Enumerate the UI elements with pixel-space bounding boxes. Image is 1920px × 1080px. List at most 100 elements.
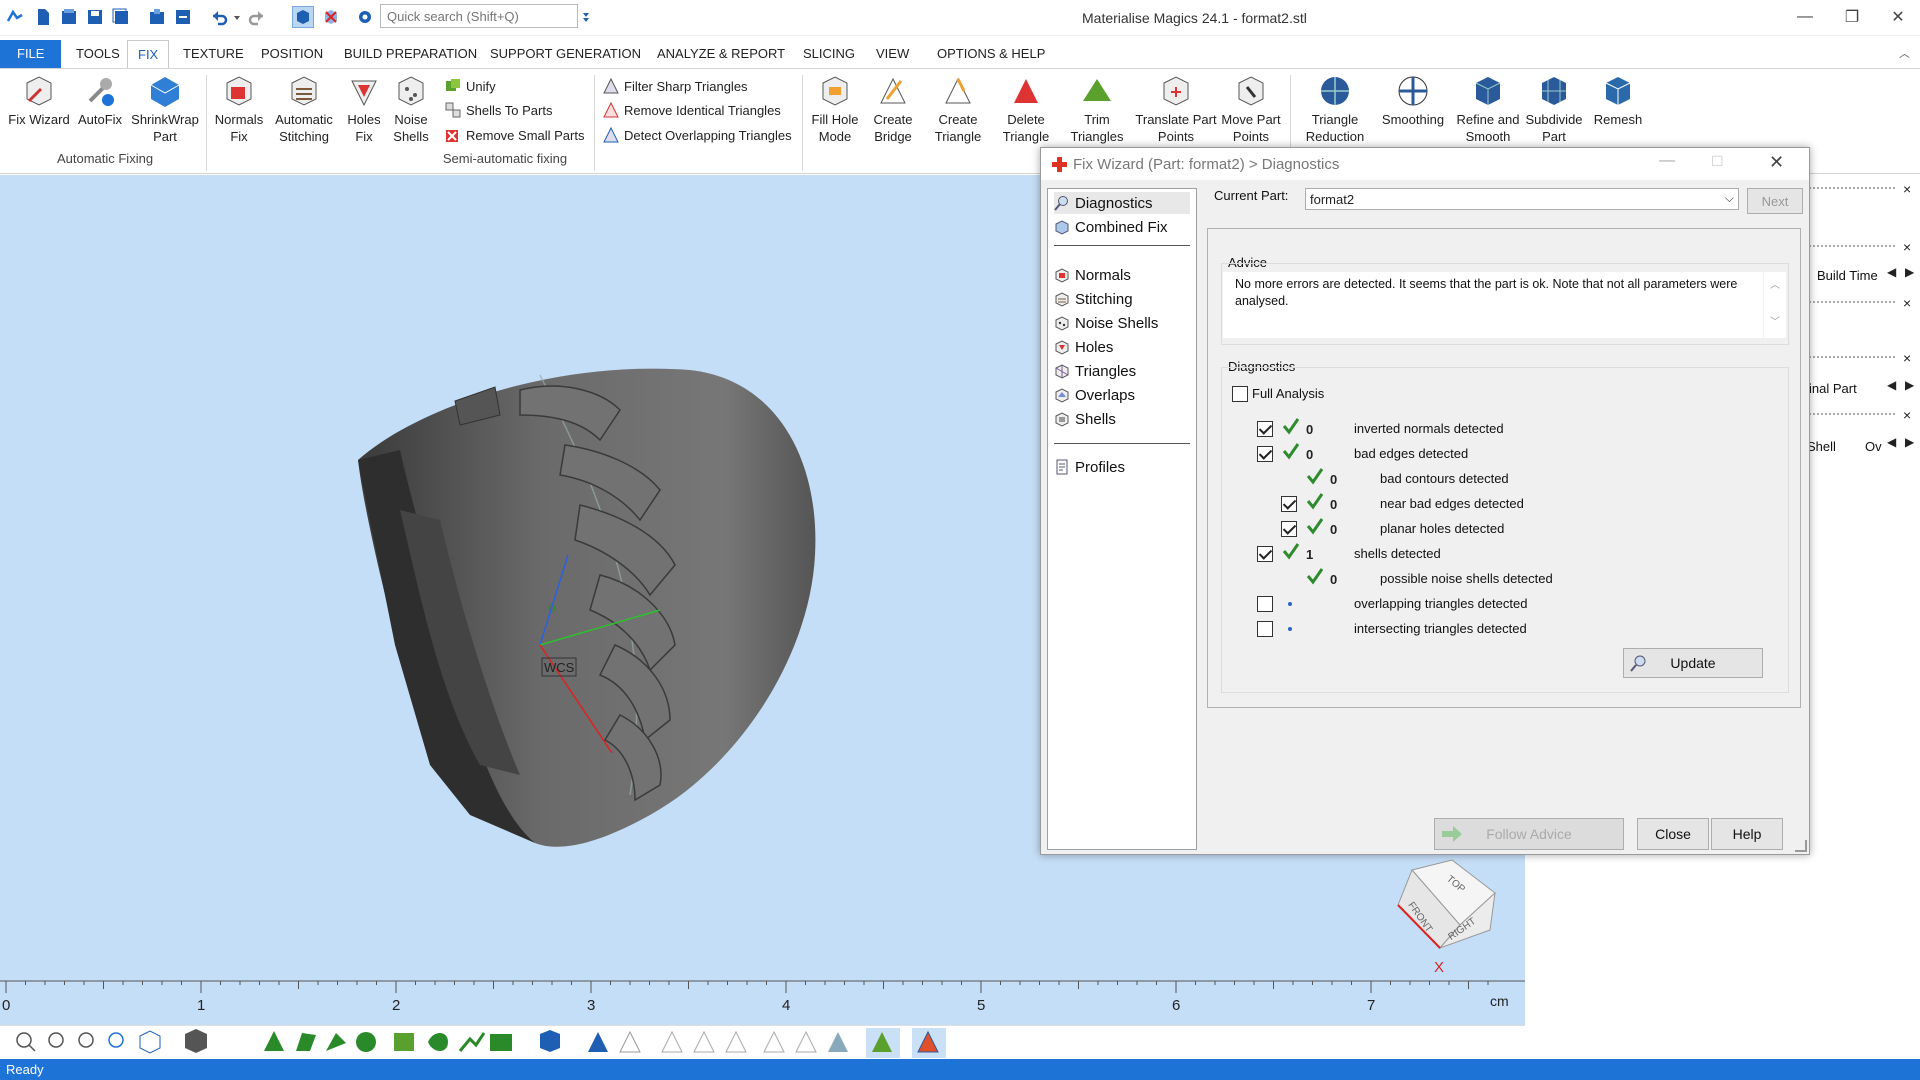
restore-button[interactable]: ❐ bbox=[1832, 4, 1872, 30]
redo-icon[interactable] bbox=[246, 6, 268, 28]
scroll-left-icon[interactable]: ◀ bbox=[1887, 378, 1896, 392]
mark-part-icon[interactable] bbox=[356, 1032, 376, 1052]
unify-button[interactable]: Unify bbox=[444, 75, 496, 97]
tab-fix[interactable]: FIX bbox=[127, 40, 170, 68]
mark-plane-icon[interactable] bbox=[394, 1033, 414, 1051]
mark-triangle-icon[interactable] bbox=[264, 1031, 284, 1051]
full-analysis-checkbox[interactable] bbox=[1232, 386, 1248, 402]
fill-hole-mode-button[interactable]: Fill Hole Mode bbox=[808, 73, 862, 145]
shrinkwrap-part-button[interactable]: ShrinkWrap Part bbox=[128, 73, 202, 145]
tab-build-preparation[interactable]: BUILD PREPARATION bbox=[342, 40, 479, 68]
panel-close-icon[interactable]: × bbox=[1903, 239, 1911, 255]
undo-icon[interactable] bbox=[208, 6, 230, 28]
automatic-stitching-button[interactable]: Automatic Stitching bbox=[268, 73, 340, 145]
app-logo-icon[interactable] bbox=[4, 6, 26, 28]
fix-wizard-button[interactable]: Fix Wizard bbox=[6, 73, 72, 128]
remesh-button[interactable]: Remesh bbox=[1588, 73, 1648, 128]
diag-row-checkbox[interactable] bbox=[1281, 496, 1297, 512]
deselect-icon[interactable] bbox=[320, 6, 342, 28]
triangle-select-icon[interactable] bbox=[763, 1030, 785, 1053]
panel-close-icon[interactable]: × bbox=[1903, 350, 1911, 366]
save-icon[interactable] bbox=[84, 6, 106, 28]
panel-close-icon[interactable]: × bbox=[1903, 181, 1911, 197]
view-iso-icon[interactable] bbox=[139, 1030, 161, 1054]
diag-row-checkbox[interactable] bbox=[1257, 621, 1273, 637]
part-list-icon[interactable] bbox=[540, 1030, 560, 1052]
mark-surface-icon[interactable] bbox=[296, 1033, 316, 1051]
subdivide-part-button[interactable]: Subdivide Part bbox=[1522, 73, 1586, 145]
shells-to-parts-button[interactable]: Shells To Parts bbox=[444, 99, 552, 121]
refine-smooth-button[interactable]: Refine and Smooth bbox=[1450, 73, 1526, 145]
triangle-reduction-button[interactable]: Triangle Reduction bbox=[1298, 73, 1372, 145]
nav-holes[interactable]: Holes bbox=[1054, 336, 1190, 358]
mark-contour-icon[interactable] bbox=[428, 1033, 448, 1051]
diag-row-checkbox[interactable] bbox=[1257, 596, 1273, 612]
noise-shells-button[interactable]: Noise Shells bbox=[386, 73, 436, 145]
tab-support-generation[interactable]: SUPPORT GENERATION bbox=[488, 40, 643, 68]
tab-position[interactable]: POSITION bbox=[259, 40, 325, 68]
select-part-icon[interactable] bbox=[292, 6, 314, 28]
scroll-right-icon[interactable]: ▶ bbox=[1905, 435, 1914, 449]
tab-file[interactable]: FILE bbox=[0, 40, 62, 68]
move-part-points-button[interactable]: Move Part Points bbox=[1216, 73, 1286, 145]
dialog-title-bar[interactable]: Fix Wizard (Part: format2) > Diagnostics… bbox=[1041, 148, 1809, 180]
filter-sharp-triangles-button[interactable]: Filter Sharp Triangles bbox=[602, 75, 748, 97]
triangle-edges-icon[interactable] bbox=[619, 1030, 641, 1053]
advice-scrollbar[interactable]: ︿ ﹀ bbox=[1764, 272, 1786, 338]
tab-slicing[interactable]: SLICING bbox=[801, 40, 857, 68]
follow-advice-button[interactable]: Follow Advice bbox=[1434, 818, 1624, 850]
zoom-part-icon[interactable] bbox=[108, 1032, 124, 1048]
create-bridge-button[interactable]: Create Bridge bbox=[866, 73, 920, 145]
zoom-extents-icon[interactable] bbox=[78, 1032, 94, 1048]
panel-close-icon[interactable]: × bbox=[1903, 295, 1911, 311]
nav-noise-shells[interactable]: Noise Shells bbox=[1054, 312, 1190, 334]
settings-gear-icon[interactable] bbox=[354, 6, 376, 28]
nav-combined-fix[interactable]: Combined Fix bbox=[1054, 216, 1190, 238]
diag-row-checkbox[interactable] bbox=[1257, 421, 1273, 437]
scroll-left-icon[interactable]: ◀ bbox=[1887, 435, 1896, 449]
translate-part-points-button[interactable]: Translate Part Points bbox=[1134, 73, 1218, 145]
dialog-close-x-button[interactable]: ✕ bbox=[1769, 152, 1784, 173]
view-cube[interactable]: TOP FRONT RIGHT X bbox=[1397, 859, 1496, 976]
panel-close-icon[interactable]: × bbox=[1903, 407, 1911, 423]
triangle-shade-icon[interactable] bbox=[828, 1032, 848, 1052]
current-part-select[interactable]: format2 ⌵ bbox=[1305, 188, 1739, 210]
tab-options-help[interactable]: OPTIONS & HELP bbox=[935, 40, 1047, 68]
diag-row-checkbox[interactable] bbox=[1281, 521, 1297, 537]
autofix-button[interactable]: AutoFix bbox=[74, 73, 126, 128]
resize-grip[interactable] bbox=[1795, 840, 1807, 852]
nav-diagnostics[interactable]: Diagnostics bbox=[1054, 192, 1190, 214]
new-file-icon[interactable] bbox=[32, 6, 54, 28]
normals-fix-button[interactable]: Normals Fix bbox=[212, 73, 266, 145]
triangle-bad-edges-icon[interactable] bbox=[693, 1030, 715, 1053]
save-all-icon[interactable] bbox=[110, 6, 132, 28]
smoothing-button[interactable]: Smoothing bbox=[1378, 73, 1448, 128]
import-icon[interactable] bbox=[146, 6, 168, 28]
detect-overlapping-triangles-button[interactable]: Detect Overlapping Triangles bbox=[602, 124, 792, 146]
nav-triangles[interactable]: Triangles bbox=[1054, 360, 1190, 382]
zoom-icon[interactable] bbox=[16, 1032, 32, 1048]
triangle-mode-icon[interactable] bbox=[588, 1032, 608, 1052]
scroll-left-icon[interactable]: ◀ bbox=[1887, 265, 1896, 279]
zoom-icon[interactable] bbox=[28, 1044, 36, 1052]
remove-identical-triangles-button[interactable]: Remove Identical Triangles bbox=[602, 99, 781, 121]
nav-normals[interactable]: Normals bbox=[1054, 264, 1190, 286]
delete-triangle-button[interactable]: Delete Triangle bbox=[994, 73, 1058, 145]
triangle-normal-icon[interactable] bbox=[661, 1030, 683, 1053]
scroll-up-icon[interactable]: ︿ bbox=[1764, 276, 1786, 291]
create-triangle-button[interactable]: Create Triangle bbox=[926, 73, 990, 145]
remove-small-parts-button[interactable]: Remove Small Parts bbox=[444, 124, 584, 146]
nav-overlaps[interactable]: Overlaps bbox=[1054, 384, 1190, 406]
zoom-window-icon[interactable] bbox=[48, 1032, 64, 1048]
close-window-button[interactable]: ✕ bbox=[1878, 4, 1918, 30]
update-button[interactable]: Update bbox=[1623, 648, 1763, 678]
minimize-button[interactable]: — bbox=[1785, 4, 1825, 30]
dialog-minimize-button[interactable]: — bbox=[1659, 152, 1675, 170]
nav-stitching[interactable]: Stitching bbox=[1054, 288, 1190, 310]
scroll-right-icon[interactable]: ▶ bbox=[1905, 378, 1914, 392]
shading-icon[interactable] bbox=[185, 1029, 207, 1053]
tab-view[interactable]: VIEW bbox=[874, 40, 911, 68]
search-options-icon[interactable] bbox=[580, 6, 592, 28]
next-button[interactable]: Next bbox=[1747, 188, 1803, 214]
mark-area-icon[interactable] bbox=[490, 1034, 512, 1051]
